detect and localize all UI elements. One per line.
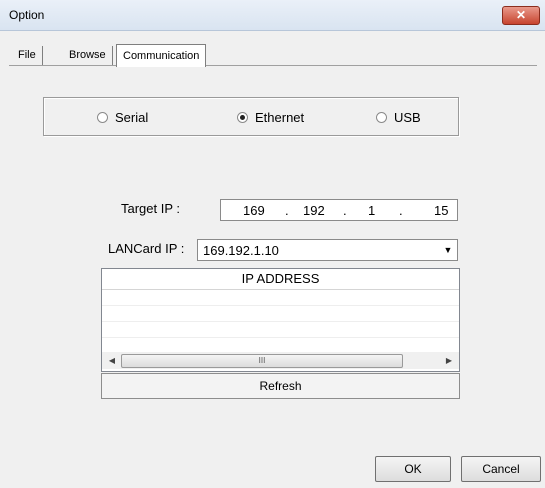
ip-address-list[interactable]: IP ADDRESS ◀ III ▶ [101, 268, 460, 372]
tab-label: File [18, 49, 36, 61]
radio-indicator [97, 112, 108, 124]
ip-dot: . [285, 203, 289, 218]
target-ip-field[interactable]: 169 . 192 . 1 . 15 [220, 199, 458, 221]
tab-label: Communication [123, 50, 200, 62]
ip-octet-1[interactable]: 169 [243, 203, 265, 218]
radio-serial[interactable]: Serial [97, 111, 148, 125]
grip-icon: III [258, 356, 266, 365]
tab-file[interactable]: File [12, 46, 43, 65]
cancel-button[interactable]: Cancel [461, 456, 541, 482]
radio-indicator [237, 112, 248, 124]
radio-label: Serial [115, 110, 149, 125]
lancard-ip-label: LANCard IP : [108, 241, 185, 256]
tab-label: Browse [69, 49, 106, 61]
scroll-right-icon[interactable]: ▶ [442, 353, 456, 368]
scrollbar-thumb[interactable]: III [121, 354, 403, 368]
ip-address-column-header[interactable]: IP ADDRESS [102, 269, 459, 290]
close-button[interactable]: ✕ [502, 6, 540, 25]
ip-dot: . [399, 203, 403, 218]
radio-ethernet[interactable]: Ethernet [237, 111, 304, 125]
ip-octet-3[interactable]: 1 [368, 203, 375, 218]
horizontal-scrollbar[interactable]: ◀ III ▶ [102, 352, 459, 369]
lancard-ip-dropdown[interactable]: 169.192.1.10 ▼ [197, 239, 458, 261]
close-icon: ✕ [515, 8, 527, 22]
ip-dot: . [343, 203, 347, 218]
radio-label: USB [394, 110, 421, 125]
ip-octet-4[interactable]: 15 [434, 203, 448, 218]
title-bar: Option ✕ [0, 0, 545, 31]
list-item[interactable] [102, 306, 459, 322]
scroll-left-icon[interactable]: ◀ [105, 353, 119, 368]
ip-octet-2[interactable]: 192 [303, 203, 325, 218]
list-item[interactable] [102, 322, 459, 338]
list-item[interactable] [102, 290, 459, 306]
radio-indicator [376, 112, 387, 124]
ok-button[interactable]: OK [375, 456, 451, 482]
radio-usb[interactable]: USB [376, 111, 421, 125]
target-ip-label: Target IP : [121, 201, 181, 216]
window-title: Option [9, 8, 45, 22]
chevron-down-icon[interactable]: ▼ [440, 241, 456, 259]
tab-browse[interactable]: Browse [63, 46, 113, 65]
radio-label: Ethernet [255, 110, 305, 125]
refresh-button[interactable]: Refresh [101, 373, 460, 399]
tab-communication[interactable]: Communication [116, 44, 207, 67]
lancard-ip-value: 169.192.1.10 [203, 243, 279, 258]
